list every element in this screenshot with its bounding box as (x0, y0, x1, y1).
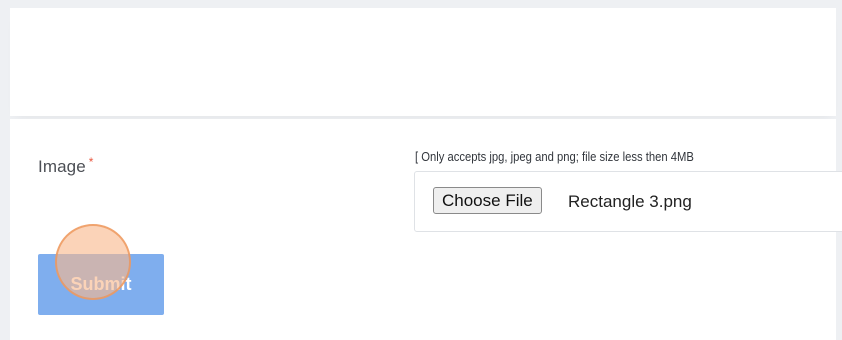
image-file-input[interactable]: Choose File Rectangle 3.png (414, 171, 842, 232)
required-marker: * (88, 155, 94, 169)
choose-file-button[interactable]: Choose File (433, 187, 542, 214)
click-indicator (55, 224, 131, 300)
header-card (10, 8, 836, 116)
file-hint-text: [ Only accepts jpg, jpeg and png; file s… (415, 150, 694, 164)
selected-file-name: Rectangle 3.png (568, 192, 692, 211)
image-field-label: Image * (38, 155, 94, 177)
image-label-text: Image (38, 157, 86, 176)
